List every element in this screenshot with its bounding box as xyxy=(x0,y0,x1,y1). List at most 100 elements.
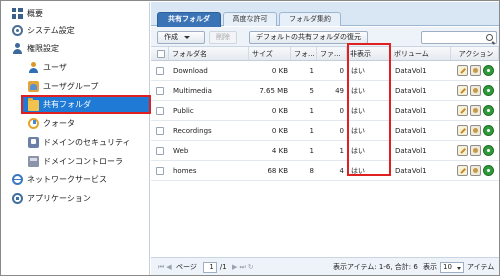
sidebar-item-label: ドメインのセキュリティ xyxy=(43,138,131,147)
edit-properties-icon[interactable] xyxy=(456,85,468,96)
row-checkbox-cell[interactable] xyxy=(151,101,169,120)
edit-properties-icon[interactable] xyxy=(456,145,468,156)
select-all-checkbox-cell[interactable] xyxy=(151,47,169,60)
first-page-icon[interactable]: ⏮ xyxy=(157,263,165,271)
hidden-flag: はい xyxy=(351,146,365,155)
file-count: 4 xyxy=(339,166,344,175)
row-checkbox[interactable] xyxy=(156,166,164,175)
prev-page-icon[interactable]: ◀ xyxy=(165,263,173,271)
row-checkbox[interactable] xyxy=(156,66,164,75)
create-button-label: 作成 xyxy=(164,33,178,41)
domain-security-icon xyxy=(28,137,39,148)
column-header-size[interactable]: サイズ xyxy=(249,47,291,60)
table-row[interactable]: Download 0 KB 1 0 はい DataVol1 xyxy=(151,61,499,81)
sidebar-item-domain-security[interactable]: ドメインのセキュリティ xyxy=(28,134,131,151)
row-actions xyxy=(451,81,499,100)
sidebar-item-applications[interactable]: アプリケーション xyxy=(12,190,91,207)
create-button[interactable]: 作成 xyxy=(157,31,205,44)
refresh-icon[interactable] xyxy=(482,65,494,76)
folder-count: 1 xyxy=(309,126,314,135)
hidden-flag: はい xyxy=(351,166,365,175)
hidden-flag: はい xyxy=(351,126,365,135)
edit-properties-icon[interactable] xyxy=(456,165,468,176)
table-row[interactable]: Recordings 0 KB 1 0 はい DataVol1 xyxy=(151,121,499,141)
column-header-folder-name[interactable]: フォルダ名 xyxy=(169,47,249,60)
volume-name: DataVol1 xyxy=(395,146,427,155)
row-checkbox-cell[interactable] xyxy=(151,61,169,80)
table-row[interactable]: homes 68 KB 8 4 はい DataVol1 xyxy=(151,161,499,181)
search-icon[interactable] xyxy=(486,34,493,41)
row-checkbox[interactable] xyxy=(156,106,164,115)
user-icon xyxy=(28,62,39,73)
network-icon xyxy=(12,174,23,185)
sidebar-item-system-settings[interactable]: システム設定 xyxy=(12,22,75,39)
row-checkbox-cell[interactable] xyxy=(151,81,169,100)
edit-properties-icon[interactable] xyxy=(456,125,468,136)
row-checkbox[interactable] xyxy=(156,146,164,155)
folder-size: 0 KB xyxy=(271,126,288,135)
refresh-icon[interactable] xyxy=(482,85,494,96)
edit-permissions-icon[interactable] xyxy=(469,165,481,176)
sidebar-item-network-services[interactable]: ネットワークサービス xyxy=(12,171,107,188)
row-checkbox[interactable] xyxy=(156,86,164,95)
sidebar-item-label: アプリケーション xyxy=(27,194,91,203)
table-header: フォルダ名 サイズ フォ... ファ... 非表示 ボリューム アクション xyxy=(151,47,499,61)
sidebar-item-label: ユーザグループ xyxy=(43,82,99,91)
hidden-flag: はい xyxy=(351,86,365,95)
refresh-icon[interactable] xyxy=(482,105,494,116)
refresh-icon[interactable] xyxy=(482,145,494,156)
edit-permissions-icon[interactable] xyxy=(469,145,481,156)
volume-name: DataVol1 xyxy=(395,126,427,135)
edit-permissions-icon[interactable] xyxy=(469,85,481,96)
edit-properties-icon[interactable] xyxy=(456,105,468,116)
sidebar-item-label: ユーザ xyxy=(43,63,67,72)
sidebar-item-quota[interactable]: クォータ xyxy=(28,115,75,132)
sidebar-item-privilege-settings[interactable]: 権限設定 xyxy=(12,40,59,57)
volume-name: DataVol1 xyxy=(395,106,427,115)
table-row[interactable]: Multimedia 7.65 MB 5 49 はい DataVol1 xyxy=(151,81,499,101)
row-checkbox-cell[interactable] xyxy=(151,141,169,160)
column-header-volume[interactable]: ボリューム xyxy=(391,47,451,60)
last-page-icon[interactable]: ⏭ xyxy=(239,263,247,271)
page-input[interactable]: 1 xyxy=(202,261,217,273)
sidebar-item-label: 権限設定 xyxy=(27,44,59,53)
sidebar-item-shared-folders[interactable]: 共有フォルダ xyxy=(21,95,151,114)
tab-advanced-permissions[interactable]: 高度な許可 xyxy=(223,12,277,26)
table-row[interactable]: Web 4 KB 1 1 はい DataVol1 xyxy=(151,141,499,161)
hidden-flag: はい xyxy=(351,106,365,115)
edit-permissions-icon[interactable] xyxy=(469,125,481,136)
folder-size: 7.65 MB xyxy=(259,86,288,95)
table-row[interactable]: Public 0 KB 1 0 はい DataVol1 xyxy=(151,101,499,121)
select-all-checkbox[interactable] xyxy=(157,49,165,58)
sidebar-item-user-groups[interactable]: ユーザグループ xyxy=(28,78,98,95)
folder-count: 8 xyxy=(309,166,314,175)
edit-permissions-icon[interactable] xyxy=(469,105,481,116)
tab-folder-aggregation[interactable]: フォルダ集約 xyxy=(279,12,341,26)
column-header-files[interactable]: ファ... xyxy=(317,47,347,60)
refresh-icon[interactable] xyxy=(482,125,494,136)
next-page-icon[interactable]: ▶ xyxy=(231,263,239,271)
row-checkbox-cell[interactable] xyxy=(151,121,169,140)
refresh-icon[interactable] xyxy=(482,165,494,176)
row-checkbox[interactable] xyxy=(156,126,164,135)
refresh-icon[interactable]: ↻ xyxy=(247,263,255,271)
folder-count: 1 xyxy=(309,146,314,155)
display-info: 表示アイテム: 1-6, 合計: 6 xyxy=(333,263,418,271)
delete-button[interactable]: 削除 xyxy=(209,31,237,44)
tab-shared-folders[interactable]: 共有フォルダ xyxy=(157,12,221,27)
toolbar: 作成 削除 デフォルトの共有フォルダの復元 xyxy=(151,27,499,47)
folder-name: Multimedia xyxy=(173,86,212,95)
column-header-hidden[interactable]: 非表示 xyxy=(347,47,391,60)
per-page-select[interactable]: 10 xyxy=(440,261,464,273)
edit-permissions-icon[interactable] xyxy=(469,65,481,76)
restore-default-shared-folders-button[interactable]: デフォルトの共有フォルダの復元 xyxy=(249,31,368,44)
sidebar-item-overview[interactable]: 概要 xyxy=(12,5,43,22)
search-input[interactable] xyxy=(421,31,497,44)
column-header-folders[interactable]: フォ... xyxy=(291,47,317,60)
folder-name: Download xyxy=(173,66,208,75)
row-checkbox-cell[interactable] xyxy=(151,161,169,180)
column-header-actions: アクション xyxy=(451,47,499,60)
edit-properties-icon[interactable] xyxy=(456,65,468,76)
sidebar-item-domain-controller[interactable]: ドメインコントローラ xyxy=(28,153,123,170)
sidebar-item-users[interactable]: ユーザ xyxy=(28,59,67,76)
